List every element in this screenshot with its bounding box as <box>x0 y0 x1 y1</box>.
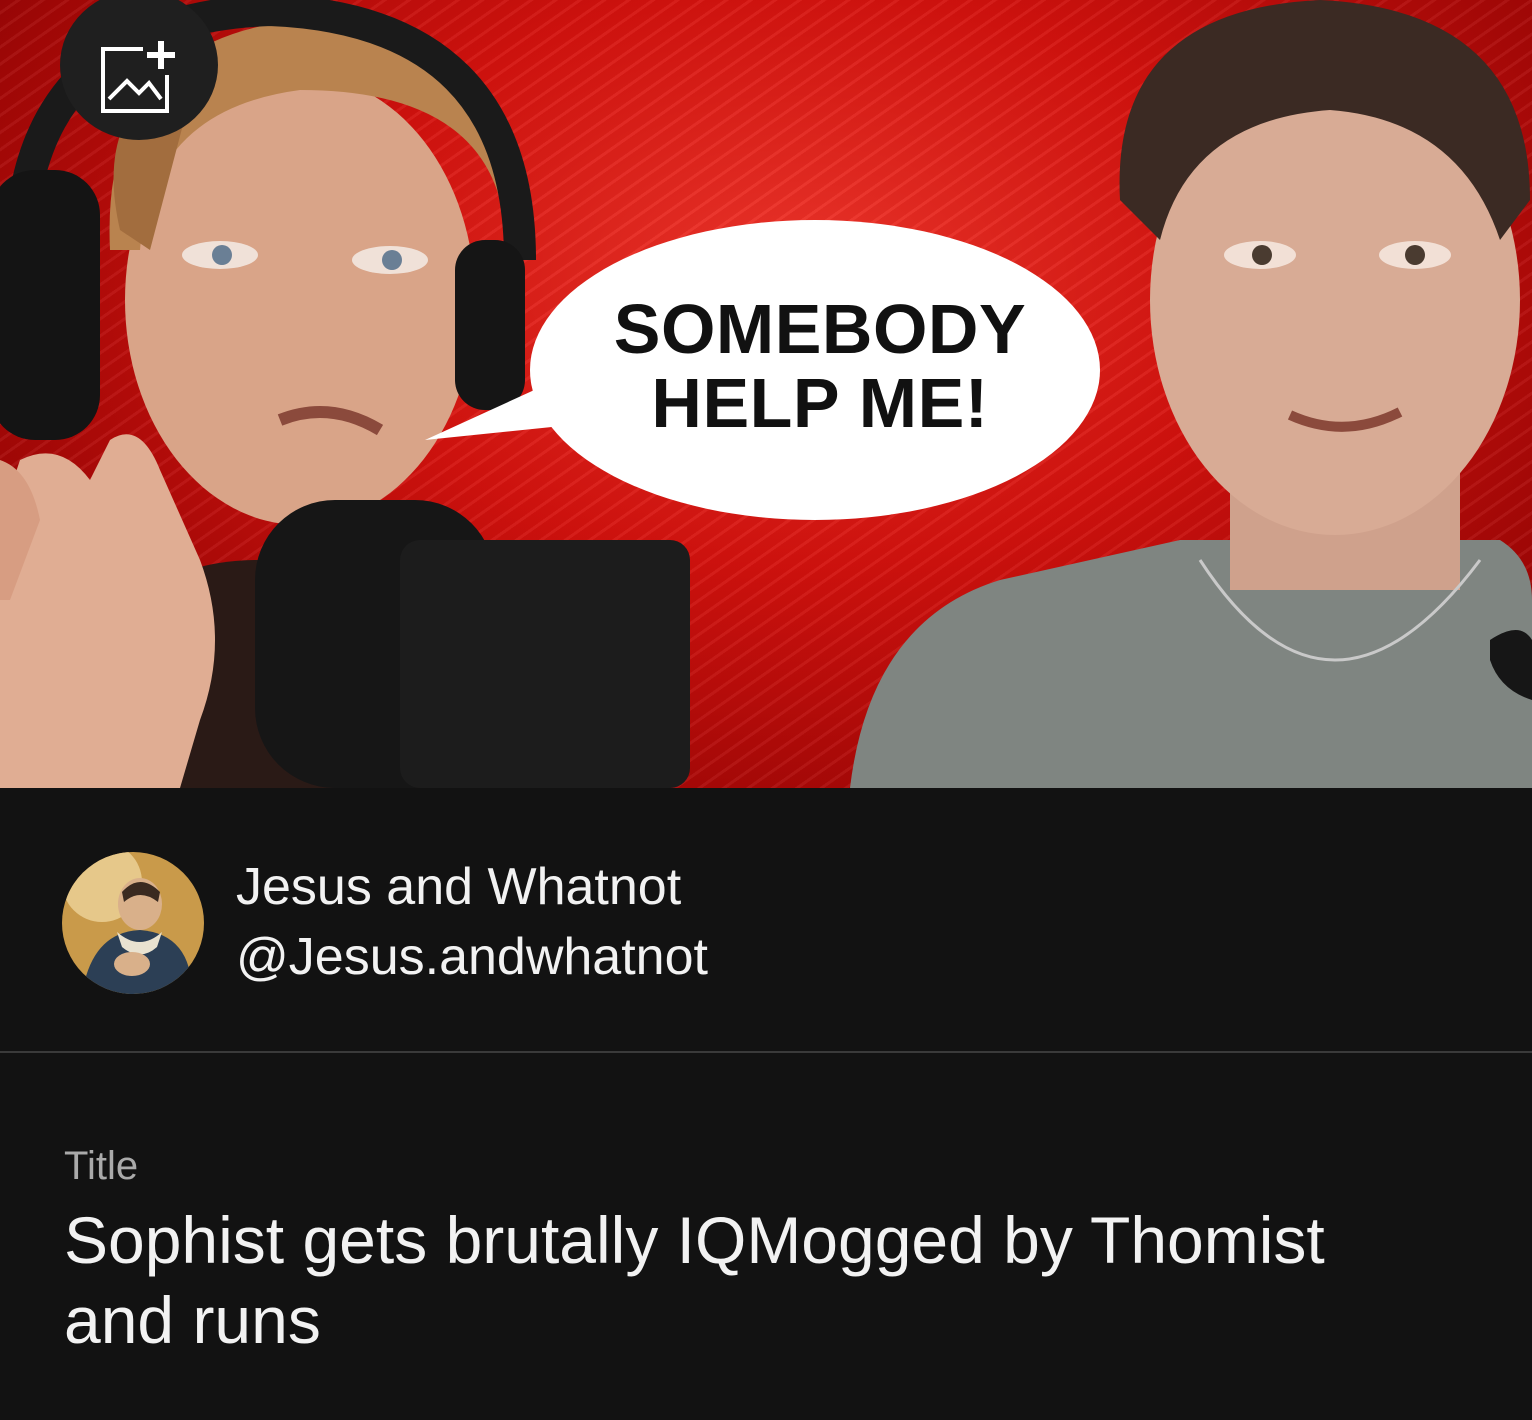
speech-bubble-line-2: HELP ME! <box>651 364 989 442</box>
speech-bubble-line-1: SOMEBODY <box>613 290 1027 368</box>
channel-avatar[interactable] <box>62 852 204 994</box>
title-label: Title <box>64 1144 139 1188</box>
video-title[interactable]: Sophist gets brutally IQMogged by Thomis… <box>64 1200 1364 1360</box>
avatar-image <box>62 852 204 994</box>
channel-name[interactable]: Jesus and Whatnot <box>236 856 681 918</box>
section-divider <box>0 1051 1532 1053</box>
video-thumbnail[interactable]: SOMEBODY HELP ME! <box>0 0 1532 788</box>
channel-section <box>0 788 1532 1052</box>
speech-bubble-text: SOMEBODY HELP ME! <box>540 292 1100 440</box>
channel-handle[interactable]: @Jesus.andwhatnot <box>236 926 708 988</box>
add-image-icon <box>101 39 179 113</box>
